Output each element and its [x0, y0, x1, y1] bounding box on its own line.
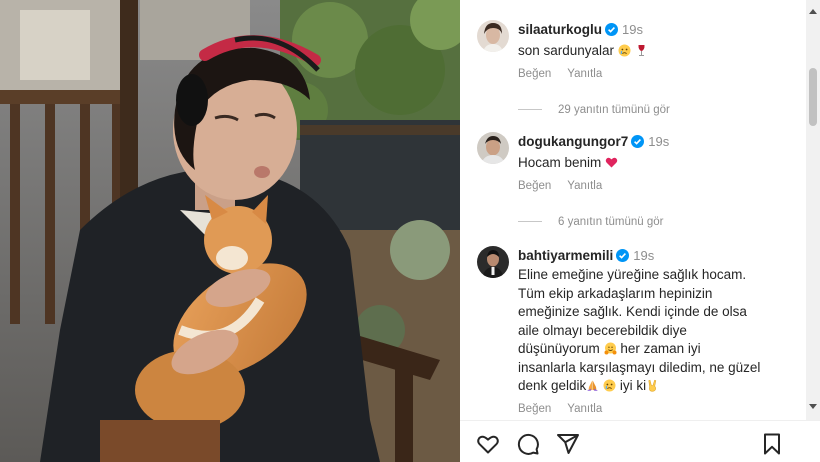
comment-text-segment: düşünüyorum	[518, 341, 600, 356]
like-comment-button[interactable]: Beğen	[518, 403, 551, 415]
avatar[interactable]	[477, 20, 509, 52]
comment-username[interactable]: bahtiyarmemili	[518, 248, 613, 263]
photo-woman-with-cat	[0, 0, 460, 462]
crying-face-icon	[603, 379, 616, 392]
comment-username[interactable]: silaaturkoglu	[518, 22, 602, 37]
view-replies-button[interactable]: 29 yanıtın tümünü gör	[518, 104, 670, 116]
avatar[interactable]	[477, 132, 509, 164]
reply-button[interactable]: Yanıtla	[567, 403, 602, 415]
comment-text-line: aile olmayı becerebildik diye	[518, 322, 687, 338]
verified-badge-icon	[631, 135, 645, 148]
view-replies-label[interactable]: 6 yanıtın tümünü gör	[558, 216, 663, 228]
replies-divider	[518, 109, 542, 110]
post-action-bar	[460, 420, 820, 462]
comment-header: silaaturkoglu 19s	[518, 21, 796, 39]
reply-button[interactable]: Yanıtla	[567, 180, 602, 192]
comment-text-line: Eline emeğine yüreğine sağlık hocam.	[518, 267, 747, 282]
comment-time: 19s	[633, 248, 655, 263]
replies-divider	[518, 221, 542, 222]
share-icon[interactable]	[556, 432, 580, 456]
view-replies-button[interactable]: 6 yanıtın tümünü gör	[518, 216, 663, 228]
scrollbar-thumb[interactable]	[809, 68, 817, 126]
post-photo	[0, 0, 460, 462]
comment-text: son sardunyalar	[518, 42, 796, 61]
comment-text-line: emeğinize sağlık. Kendi içinde de olsa	[518, 304, 747, 319]
verified-badge-icon	[605, 23, 619, 36]
heart-icon[interactable]	[476, 432, 500, 456]
comment-text: Eline emeğine yüreğine sağlık hocam. Tüm…	[518, 266, 796, 396]
comment-text-segment: her zaman iyi	[616, 341, 701, 356]
comment-time: 19s	[622, 22, 643, 37]
wine-glass-icon	[635, 44, 648, 57]
bookmark-icon[interactable]	[760, 432, 784, 456]
avatar[interactable]	[477, 246, 509, 278]
comment-text-line: düşünüyorum her zaman iyi	[518, 340, 796, 359]
comment-header: bahtiyarmemili 19s	[518, 247, 796, 265]
comment-header: dogukangungor7 19s	[518, 133, 796, 151]
hugging-face-icon	[604, 342, 617, 355]
heart-icon	[605, 156, 618, 169]
comment-text-line: denk geldik iyi ki	[518, 377, 796, 396]
comment-time: 19s	[648, 134, 670, 149]
comment-text-content: Hocam benim	[518, 155, 602, 170]
comment-text-content: son sardunyalar	[518, 43, 615, 58]
reply-button[interactable]: Yanıtla	[567, 68, 602, 80]
comment-username[interactable]: dogukangungor7	[518, 134, 628, 149]
comment-text-segment: denk geldik	[518, 378, 587, 393]
comment-text-line: insanlarla karşılaşmayı diledim, ne güze…	[518, 359, 761, 375]
verified-badge-icon	[616, 249, 630, 262]
comment-text-line: Tüm ekip arkadaşlarım hepinizin	[518, 285, 713, 301]
folded-hands-icon	[586, 379, 599, 392]
like-comment-button[interactable]: Beğen	[518, 68, 551, 80]
comment-actions: Beğen Yanıtla	[518, 403, 618, 415]
comment-actions: Beğen Yanıtla	[518, 68, 618, 80]
comments-scrollbar[interactable]	[806, 0, 820, 420]
scroll-up-icon[interactable]	[809, 9, 817, 14]
scroll-down-icon[interactable]	[809, 404, 817, 409]
victory-hand-icon	[646, 379, 659, 392]
comments-list[interactable]: silaaturkoglu 19s son sardunyalar Beğen Ya…	[460, 0, 820, 420]
comment-text-segment: iyi ki	[616, 378, 647, 393]
like-comment-button[interactable]: Beğen	[518, 180, 551, 192]
comment-icon[interactable]	[516, 432, 540, 456]
crying-face-icon	[618, 44, 631, 57]
comment-text: Hocam benim	[518, 154, 796, 173]
comment-actions: Beğen Yanıtla	[518, 180, 618, 192]
view-replies-label[interactable]: 29 yanıtın tümünü gör	[558, 104, 670, 116]
